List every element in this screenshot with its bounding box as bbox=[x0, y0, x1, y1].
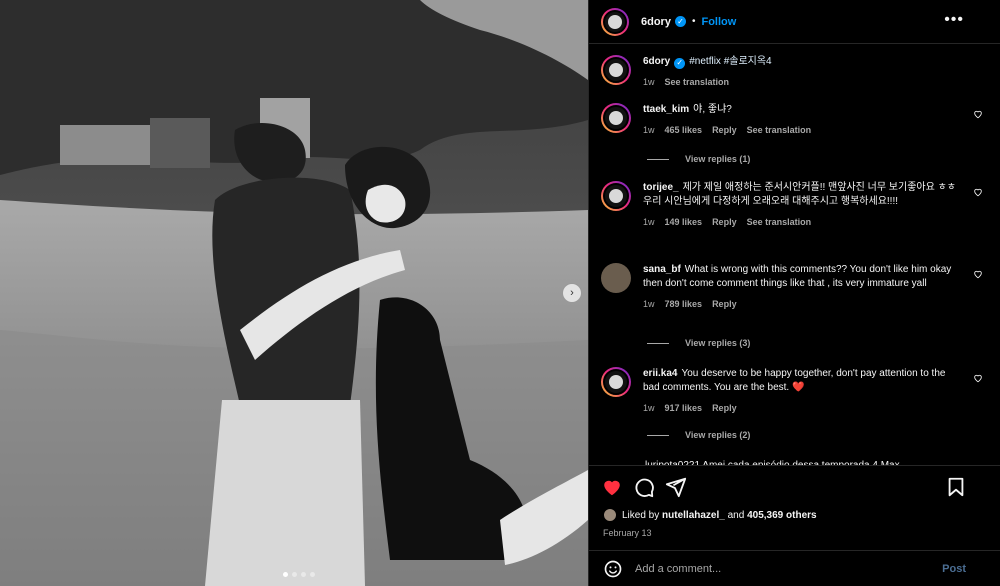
commenter-avatar[interactable] bbox=[601, 181, 631, 211]
comment-username[interactable]: torijee_ bbox=[643, 182, 679, 193]
replies-line bbox=[647, 158, 669, 160]
instagram-post-view: › 6dory ✓ • Follow ••• 6dory ✓ #netflix … bbox=[0, 0, 1000, 586]
liker-avatar[interactable] bbox=[603, 508, 617, 522]
comment-body: ttaek_kim 야, 좋냐? 1w 465 likes Reply See t… bbox=[643, 103, 963, 137]
comment-time[interactable]: 1w bbox=[643, 123, 655, 137]
comment-row: sana_bf What is wrong with this comments?… bbox=[601, 263, 989, 311]
comment-likes[interactable]: 465 likes bbox=[665, 123, 703, 137]
caption-username[interactable]: 6dory bbox=[643, 56, 670, 67]
comment-time[interactable]: 1w bbox=[643, 215, 655, 229]
view-replies-button[interactable]: View replies (1) bbox=[647, 154, 750, 164]
photo-image bbox=[0, 0, 588, 586]
comment-username[interactable]: sana_bf bbox=[643, 264, 681, 275]
caption-text[interactable]: #netflix #솔로지옥4 bbox=[689, 56, 771, 67]
comment-body: torijee_ 제가 제일 애정하는 준서시안커플!! 맨앞사진 너무 보기좋아… bbox=[643, 181, 963, 229]
comment-body: erii.ka4 You deserve to be happy together… bbox=[643, 367, 963, 415]
more-options-icon[interactable]: ••• bbox=[944, 12, 964, 28]
comment-body: sana_bf What is wrong with this comments?… bbox=[643, 263, 963, 311]
view-replies-label[interactable]: View replies (1) bbox=[685, 154, 750, 164]
see-translation-link[interactable]: See translation bbox=[747, 215, 812, 229]
comment-bubble-icon[interactable] bbox=[633, 476, 655, 498]
separator-dot: • bbox=[691, 16, 696, 27]
next-photo-button[interactable]: › bbox=[562, 283, 582, 303]
comment-meta: 1w 917 likes Reply bbox=[643, 401, 963, 415]
liked-by-connector: and bbox=[727, 509, 745, 521]
save-bookmark-icon[interactable] bbox=[945, 476, 967, 498]
comment-username[interactable]: erii.ka4 bbox=[643, 368, 677, 379]
comment-row: erii.ka4 You deserve to be happy together… bbox=[601, 367, 989, 415]
replies-line bbox=[647, 434, 669, 436]
comments-list[interactable]: 6dory ✓ #netflix #솔로지옥4 1w See translation… bbox=[589, 45, 1000, 465]
comment-text: 제가 제일 애정하는 준서시안커플!! 맨앞사진 너무 보기좋아요 ㅎㅎ 우리 … bbox=[643, 182, 956, 207]
view-replies-button[interactable]: View replies (3) bbox=[647, 338, 750, 348]
commenter-avatar[interactable] bbox=[601, 263, 631, 293]
comment-text: What is wrong with this comments?? You d… bbox=[643, 264, 952, 289]
reply-button[interactable]: Reply bbox=[712, 215, 737, 229]
comment-likes[interactable]: 149 likes bbox=[665, 215, 703, 229]
comment-meta: 1w 465 likes Reply See translation bbox=[643, 123, 963, 137]
view-replies-button[interactable]: View replies (2) bbox=[647, 430, 750, 440]
likes-summary: Liked by nutellahazel_ and 405,369 other… bbox=[603, 508, 817, 522]
verified-badge-icon: ✓ bbox=[674, 16, 686, 27]
add-comment-bar: Post bbox=[589, 550, 1000, 586]
comment-username[interactable]: ttaek_kim bbox=[643, 104, 689, 115]
comment-text: 야, 좋냐? bbox=[693, 104, 732, 115]
author-username[interactable]: 6dory bbox=[641, 16, 671, 28]
liked-by-user[interactable]: nutellahazel_ bbox=[662, 510, 725, 521]
add-comment-input[interactable] bbox=[635, 562, 935, 575]
see-translation-link[interactable]: See translation bbox=[665, 75, 730, 89]
comment-text: You deserve to be happy together, don't … bbox=[643, 368, 946, 393]
caption-row: 6dory ✓ #netflix #솔로지옥4 1w See translation bbox=[601, 55, 989, 89]
reply-button[interactable]: Reply bbox=[712, 401, 737, 415]
comment-time[interactable]: 1w bbox=[643, 401, 655, 415]
commenter-avatar[interactable] bbox=[601, 103, 631, 133]
view-replies-label[interactable]: View replies (3) bbox=[685, 338, 750, 348]
reply-button[interactable]: Reply bbox=[712, 123, 737, 137]
caption-time[interactable]: 1w bbox=[643, 75, 655, 89]
comment-like-icon[interactable] bbox=[973, 269, 983, 279]
post-comment-button[interactable]: Post bbox=[942, 563, 966, 575]
carousel-dot bbox=[292, 572, 297, 577]
likes-count[interactable]: 405,369 others bbox=[747, 510, 817, 521]
verified-badge-icon: ✓ bbox=[674, 57, 686, 69]
like-heart-icon[interactable] bbox=[601, 476, 623, 498]
post-side-panel: 6dory ✓ • Follow ••• 6dory ✓ #netflix #솔로지… bbox=[588, 0, 1000, 586]
carousel-dot bbox=[310, 572, 315, 577]
carousel-dot bbox=[283, 572, 288, 577]
comment-likes[interactable]: 789 likes bbox=[665, 297, 703, 311]
comment-row: ttaek_kim 야, 좋냐? 1w 465 likes Reply See t… bbox=[601, 103, 989, 137]
comment-like-icon[interactable] bbox=[973, 109, 983, 119]
reply-button[interactable]: Reply bbox=[712, 297, 737, 311]
comment-row: torijee_ 제가 제일 애정하는 준서시안커플!! 맨앞사진 너무 보기좋아… bbox=[601, 181, 989, 229]
caption-body: 6dory ✓ #netflix #솔로지옥4 1w See translation bbox=[643, 55, 963, 89]
comment-likes[interactable]: 917 likes bbox=[665, 401, 703, 415]
see-translation-link[interactable]: See translation bbox=[747, 123, 812, 137]
comment-like-icon[interactable] bbox=[973, 373, 983, 383]
commenter-avatar[interactable] bbox=[601, 367, 631, 397]
post-action-bar bbox=[589, 465, 1000, 511]
caption-avatar[interactable] bbox=[601, 55, 631, 85]
replies-line bbox=[647, 342, 669, 344]
carousel-dot bbox=[301, 572, 306, 577]
comment-meta: 1w 789 likes Reply bbox=[643, 297, 963, 311]
liked-by-label: Liked by bbox=[622, 509, 660, 521]
comment-time[interactable]: 1w bbox=[643, 297, 655, 311]
view-replies-label[interactable]: View replies (2) bbox=[685, 430, 750, 440]
comment-meta: 1w 149 likes Reply See translation bbox=[643, 215, 963, 229]
share-send-icon[interactable] bbox=[665, 476, 687, 498]
caption-meta: 1w See translation bbox=[643, 75, 963, 89]
post-photo[interactable]: › bbox=[0, 0, 588, 586]
comment-like-icon[interactable] bbox=[973, 187, 983, 197]
author-avatar[interactable] bbox=[601, 7, 629, 36]
post-date: February 13 bbox=[603, 528, 652, 538]
follow-button[interactable]: Follow bbox=[701, 16, 736, 28]
post-header: 6dory ✓ • Follow ••• bbox=[589, 0, 1000, 44]
carousel-dots bbox=[283, 572, 315, 577]
emoji-icon[interactable] bbox=[603, 559, 623, 579]
